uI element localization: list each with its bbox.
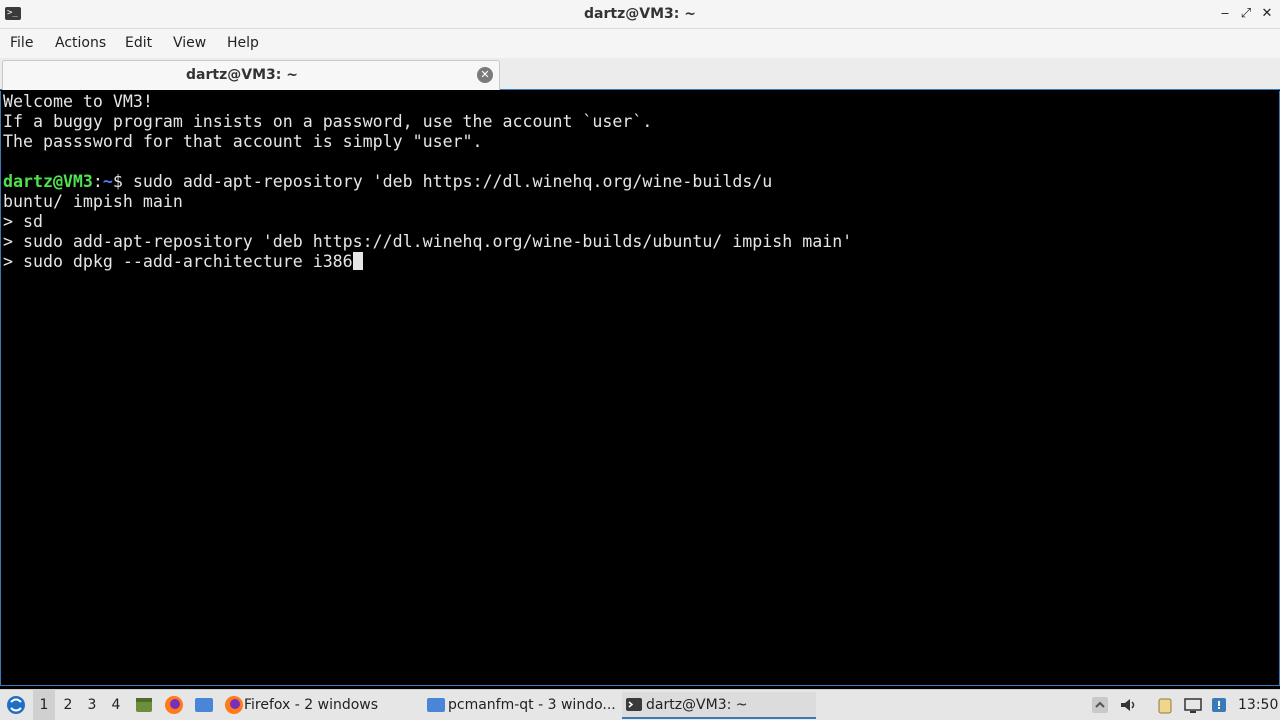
task-label: pcmanfm-qt - 3 windo...	[448, 697, 616, 713]
start-menu-button[interactable]	[4, 690, 28, 720]
terminal-input-line[interactable]: > sudo dpkg --add-architecture i386	[3, 252, 363, 272]
workspace-2[interactable]: 2	[57, 690, 79, 720]
folder-icon	[427, 698, 445, 712]
taskbar: 1 2 3 4 Firefox - 2 windows pcmanfm-qt -…	[0, 689, 1280, 720]
task-firefox[interactable]: Firefox - 2 windows	[222, 692, 420, 719]
update-notifier-icon[interactable]	[1210, 696, 1228, 714]
clipboard-icon[interactable]	[1156, 696, 1174, 714]
menu-bar: File Actions Edit View Help	[0, 29, 1280, 58]
menu-actions[interactable]: Actions	[53, 29, 108, 58]
file-manager-icon	[136, 698, 152, 712]
tray-arrow-icon[interactable]	[1091, 696, 1109, 714]
workspace-1[interactable]: 1	[33, 690, 55, 720]
prompt-command: sudo add-apt-repository 'deb https://dl.…	[132, 172, 773, 191]
window-title: dartz@VM3: ~	[584, 6, 696, 22]
quicklaunch-firefox[interactable]	[163, 690, 185, 720]
window-titlebar[interactable]: >_ dartz@VM3: ~ ‒ ⤢ ✕	[0, 0, 1280, 29]
firefox-icon	[165, 696, 183, 714]
terminal-line: The passsword for that account is simply…	[3, 132, 483, 151]
menu-view[interactable]: View	[171, 29, 208, 58]
terminal-line: Welcome to VM3!	[3, 92, 153, 111]
close-button[interactable]: ✕	[1259, 6, 1275, 22]
tab-terminal[interactable]: dartz@VM3: ~ ✕	[2, 60, 500, 90]
terminal-line: > sd	[3, 212, 43, 231]
workspace-4[interactable]: 4	[105, 690, 127, 720]
desktop-icon	[195, 698, 213, 712]
menu-help[interactable]: Help	[225, 29, 261, 58]
current-input: > sudo dpkg --add-architecture i386	[3, 252, 353, 271]
task-terminal[interactable]: dartz@VM3: ~	[622, 692, 816, 719]
task-pcmanfm[interactable]: pcmanfm-qt - 3 windo...	[424, 692, 620, 719]
terminal-line: If a buggy program insists on a password…	[3, 112, 653, 131]
menu-file[interactable]: File	[8, 29, 35, 58]
task-label: Firefox - 2 windows	[244, 697, 379, 713]
clock[interactable]: 13:50	[1238, 690, 1278, 720]
firefox-icon	[225, 696, 243, 714]
app-menu-icon	[7, 696, 25, 714]
maximize-button[interactable]: ⤢	[1238, 6, 1254, 22]
minimize-button[interactable]: ‒	[1217, 6, 1233, 22]
terminal-output[interactable]: Welcome to VM3! If a buggy program insis…	[0, 91, 1280, 686]
terminal-icon	[626, 698, 642, 711]
prompt-path: ~	[102, 172, 113, 191]
terminal-line: buntu/ impish main	[3, 192, 183, 211]
tab-label: dartz@VM3: ~	[186, 67, 298, 83]
quicklaunch-files[interactable]	[134, 690, 154, 720]
quicklaunch-desktop[interactable]	[193, 690, 215, 720]
monitor-icon[interactable]	[1184, 696, 1202, 714]
tab-close-icon[interactable]: ✕	[477, 67, 493, 83]
tab-bar: dartz@VM3: ~ ✕	[0, 58, 1280, 90]
task-label: dartz@VM3: ~	[646, 697, 748, 713]
terminal-prompt-line: dartz@VM3:~$ sudo add-apt-repository 'de…	[3, 172, 772, 192]
text-cursor	[352, 252, 363, 270]
prompt-separator: :	[92, 172, 103, 191]
menu-edit[interactable]: Edit	[123, 29, 154, 58]
prompt-dollar: $	[112, 172, 133, 191]
terminal-line: > sudo add-apt-repository 'deb https://d…	[3, 232, 853, 251]
prompt-user: dartz@VM3	[3, 172, 93, 191]
workspace-3[interactable]: 3	[81, 690, 103, 720]
volume-icon[interactable]	[1119, 696, 1137, 714]
